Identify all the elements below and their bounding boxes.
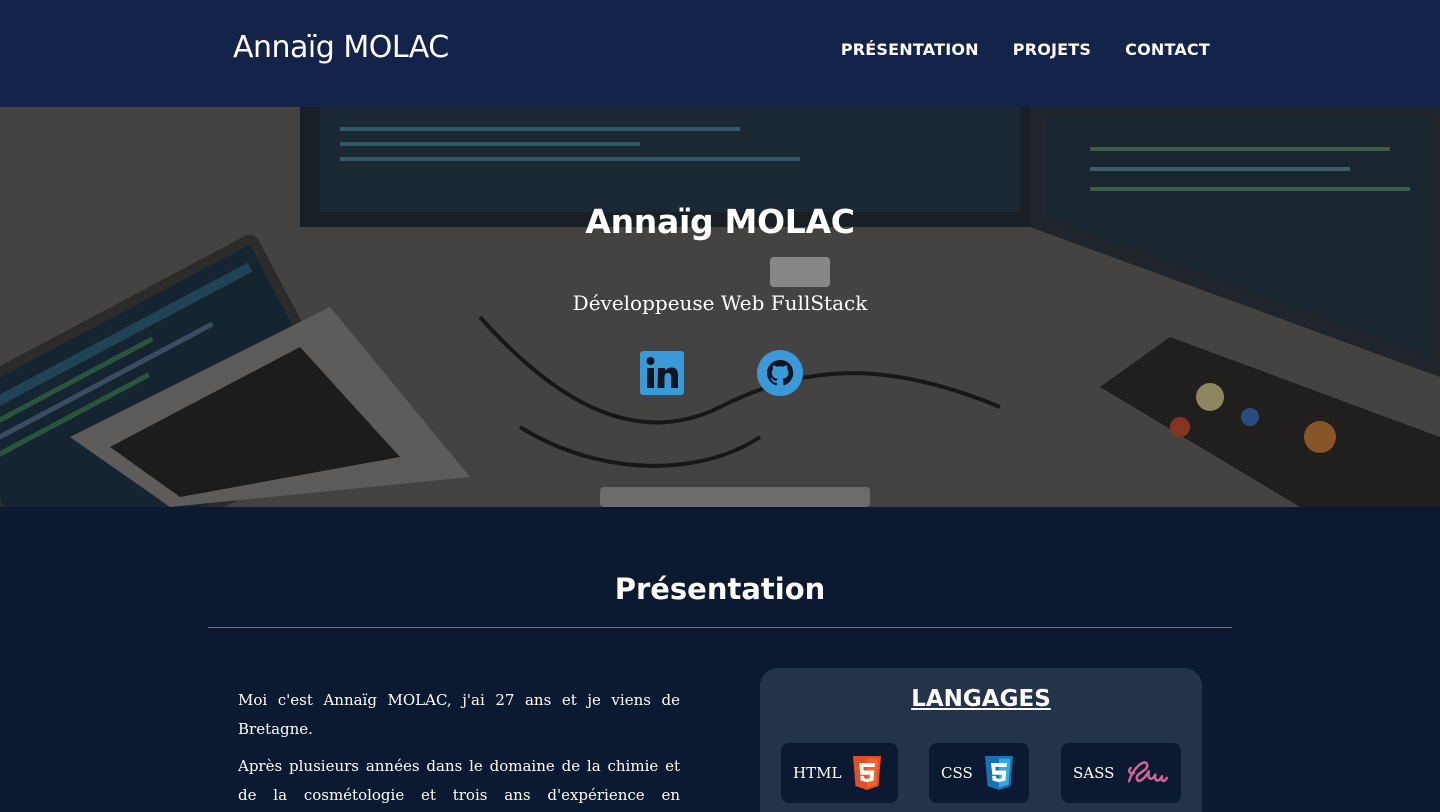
main-nav: PRÉSENTATION PROJETS CONTACT	[841, 40, 1210, 59]
social-links	[638, 349, 804, 397]
hero-subtitle: Développeuse Web FullStack	[572, 291, 868, 315]
css3-icon	[984, 756, 1013, 790]
github-icon[interactable]	[756, 349, 804, 397]
bio-text: Moi c'est Annaïg MOLAC, j'ai 27 ans et j…	[238, 686, 680, 812]
language-chip-html: HTML	[781, 743, 898, 803]
html5-icon	[853, 756, 882, 790]
nav-link-contact[interactable]: CONTACT	[1125, 40, 1210, 59]
sass-icon	[1128, 761, 1169, 783]
section-divider	[208, 627, 1232, 628]
language-label: HTML	[793, 764, 842, 782]
site-header: Annaïg MOLAC PRÉSENTATION PROJETS CONTAC…	[0, 0, 1440, 107]
language-chip-sass: SASS	[1061, 743, 1181, 803]
language-label: SASS	[1073, 764, 1115, 782]
hero-title: Annaïg MOLAC	[585, 202, 855, 241]
languages-title: LANGAGES	[911, 686, 1051, 712]
linkedin-icon[interactable]	[638, 349, 686, 397]
language-label: CSS	[941, 764, 973, 782]
bio-paragraph-1: Moi c'est Annaïg MOLAC, j'ai 27 ans et j…	[238, 691, 680, 738]
nav-link-projets[interactable]: PROJETS	[1013, 40, 1091, 59]
nav-link-presentation[interactable]: PRÉSENTATION	[841, 40, 979, 59]
site-brand[interactable]: Annaïg MOLAC	[233, 30, 449, 65]
bio-paragraph-2: Après plusieurs années dans le domaine d…	[238, 757, 680, 804]
language-chip-css: CSS	[929, 743, 1029, 803]
languages-card: LANGAGES HTML CSS SASS	[760, 668, 1202, 812]
hero-banner: Annaïg MOLAC Développeuse Web FullStack	[0, 107, 1440, 507]
presentation-title: Présentation	[614, 572, 826, 606]
